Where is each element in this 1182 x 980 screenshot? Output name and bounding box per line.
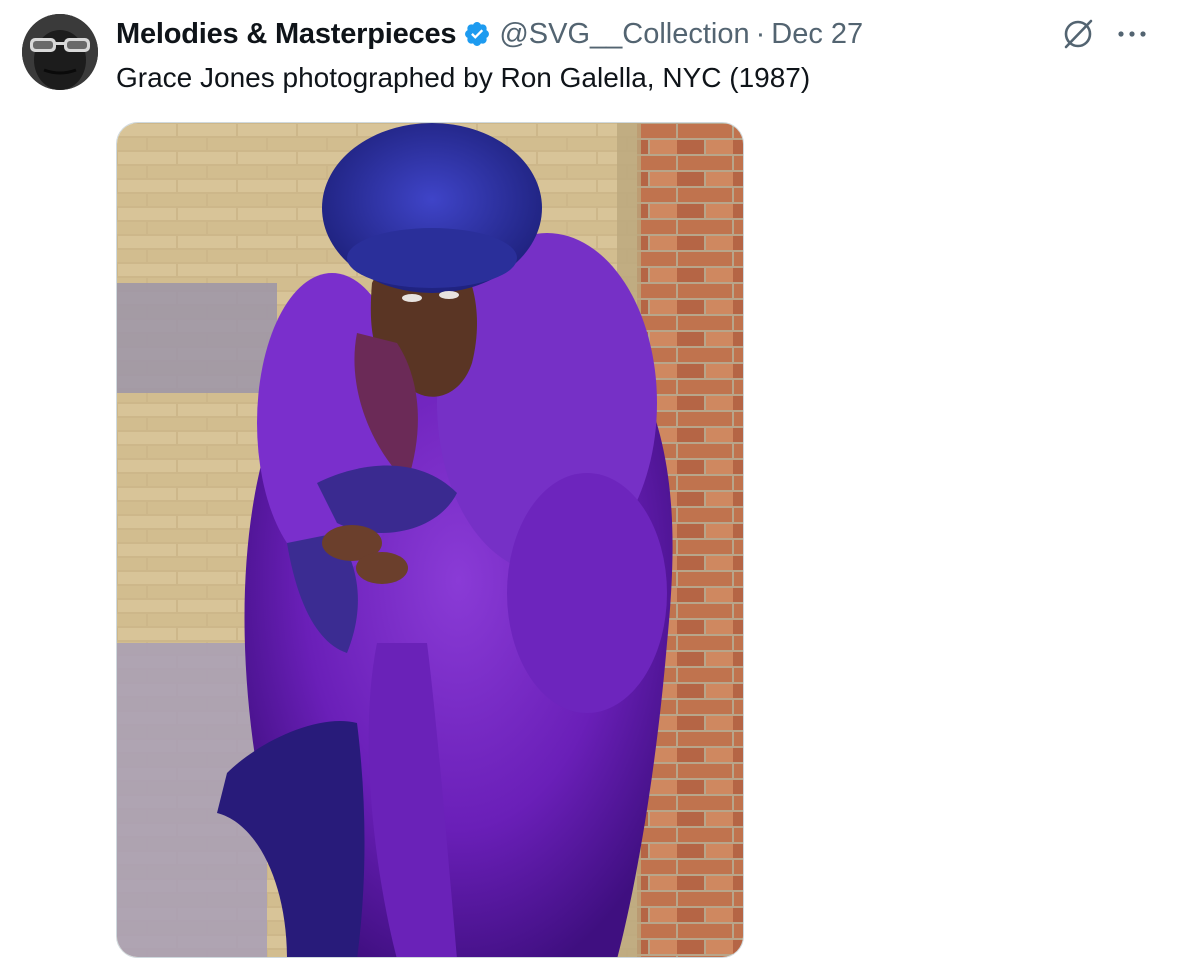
tweet-text: Grace Jones photographed by Ron Galella,… [116,62,811,93]
tweet-media-photo[interactable] [116,122,744,958]
author-handle[interactable]: @SVG__Collection [499,18,749,51]
author-display-name[interactable]: Melodies & Masterpieces [116,18,457,51]
avatar-photo-icon [22,14,98,90]
author-avatar[interactable] [22,14,98,90]
tweet-header: Melodies & Masterpieces @SVG__Collection… [116,14,863,54]
photo-image [117,123,743,957]
grok-icon[interactable] [1058,14,1098,54]
verified-badge-icon[interactable] [463,20,491,48]
tweet-date[interactable]: Dec 27 [771,18,863,51]
separator-dot: · [755,17,766,50]
more-icon[interactable] [1112,14,1152,54]
